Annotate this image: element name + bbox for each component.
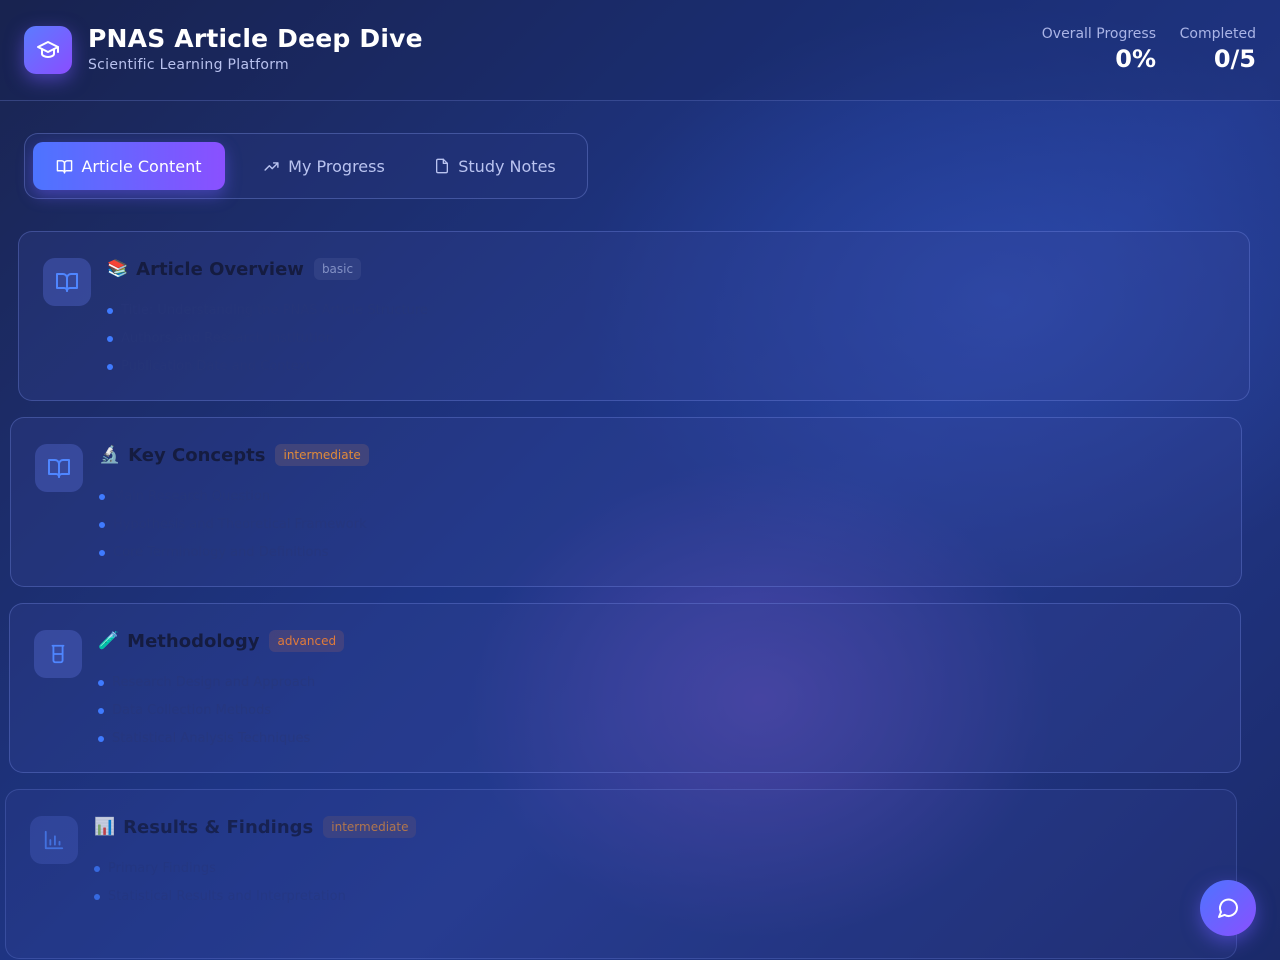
book-open-icon <box>57 159 73 174</box>
app-header: PNAS Article Deep Dive Scientific Learni… <box>0 0 1280 101</box>
section-title: Methodology <box>127 630 260 652</box>
section-header: 📊 Results & Findings intermediate <box>94 816 417 838</box>
trending-up-icon <box>264 161 279 171</box>
level-badge: advanced <box>269 630 345 652</box>
section-card-article-overview[interactable]: 📚 Article Overview basic Title: Understa… <box>18 231 1250 401</box>
overall-progress: Overall Progress 0% <box>1042 26 1156 73</box>
section-card-key-concepts[interactable]: 🔬 Key Concepts intermediate Main Researc… <box>10 417 1242 587</box>
completed-label: Completed <box>1179 26 1256 42</box>
completed-count: Completed 0/5 <box>1180 26 1256 73</box>
tab-bar: Article Content My Progress Study Notes <box>24 133 588 199</box>
tab-label: My Progress <box>288 156 385 176</box>
file-icon <box>436 158 449 174</box>
section-topics: Primary Findings Statistical Results and… <box>94 860 346 916</box>
section-emoji: 📊 <box>94 817 116 837</box>
topic-item: Title: Understanding the PNAS Article St… <box>107 302 428 330</box>
graduation-cap-icon <box>37 41 59 58</box>
section-emoji: 📚 <box>107 259 129 279</box>
chat-button[interactable] <box>1200 880 1256 936</box>
bar-chart-icon <box>44 830 64 850</box>
logo <box>24 26 72 74</box>
section-icon <box>30 816 78 864</box>
topic-item: Statistical Results and Interpretation <box>94 888 346 916</box>
section-emoji: 🔬 <box>99 445 121 465</box>
overall-progress-label: Overall Progress <box>1041 26 1156 42</box>
completed-value: 0/5 <box>1213 45 1256 73</box>
topic-item: Data Collection Methods <box>98 702 315 730</box>
tab-my-progress[interactable]: My Progress <box>239 142 409 190</box>
level-badge: intermediate <box>275 444 369 466</box>
app-subtitle: Scientific Learning Platform <box>88 57 289 73</box>
section-emoji: 🧪 <box>98 631 120 651</box>
chat-bubble-icon <box>1218 898 1239 918</box>
section-icon <box>34 630 82 678</box>
book-open-icon <box>48 459 70 478</box>
topic-item: Statistical Analysis Techniques <box>98 730 315 758</box>
tab-article-content[interactable]: Article Content <box>33 142 225 190</box>
section-header: 🔬 Key Concepts intermediate <box>99 444 369 466</box>
section-card-results-findings[interactable]: 📊 Results & Findings intermediate Primar… <box>5 789 1237 959</box>
tab-label: Study Notes <box>458 156 556 176</box>
app-title: PNAS Article Deep Dive <box>88 24 423 53</box>
topic-item: Hypothesis and Theoretical Framework <box>99 516 367 544</box>
section-card-methodology[interactable]: 🧪 Methodology advanced Research Design a… <box>9 603 1241 773</box>
section-icon <box>43 258 91 306</box>
topic-item: Primary Findings <box>94 860 346 888</box>
level-badge: intermediate <box>323 816 417 838</box>
section-title: Key Concepts <box>128 444 266 466</box>
topic-item: Research Design and Approach <box>98 674 315 702</box>
topic-item: Main Research Question <box>99 488 367 516</box>
section-header: 🧪 Methodology advanced <box>98 630 345 652</box>
tab-label: Article Content <box>81 156 202 176</box>
section-topics: Research Design and Approach Data Collec… <box>98 674 315 758</box>
topic-item: Core Terminology and Definitions <box>99 544 367 572</box>
overall-progress-value: 0% <box>1115 45 1156 73</box>
topic-item: Publication Date and Context <box>107 358 428 386</box>
level-badge: basic <box>313 258 362 280</box>
topic-item: Authors and Research Institution <box>107 330 428 358</box>
beaker-icon <box>51 644 65 664</box>
section-topics: Main Research Question Hypothesis and Th… <box>99 488 367 572</box>
section-title: Article Overview <box>136 258 304 280</box>
tab-study-notes[interactable]: Study Notes <box>421 142 569 190</box>
section-header: 📚 Article Overview basic <box>107 258 362 280</box>
section-icon <box>35 444 83 492</box>
book-open-icon <box>56 273 78 292</box>
section-topics: Title: Understanding the PNAS Article St… <box>107 302 428 386</box>
section-title: Results & Findings <box>123 816 314 838</box>
